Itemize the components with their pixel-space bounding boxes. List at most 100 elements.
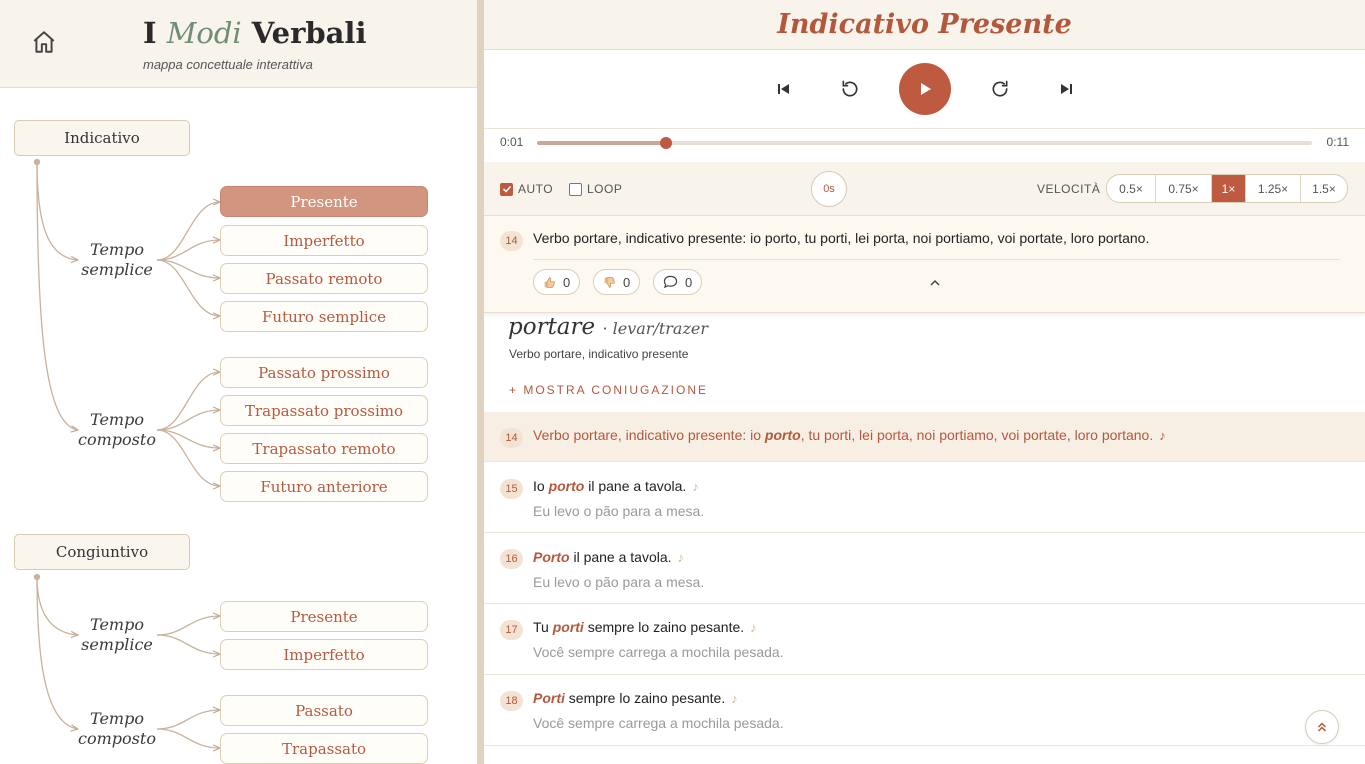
- speed-1-25[interactable]: 1.25×: [1246, 175, 1301, 202]
- branch-label-line: Tempo: [90, 709, 144, 728]
- branch-label-line: Tempo: [90, 615, 144, 634]
- mode-label: Congiuntivo: [55, 543, 149, 561]
- forward-icon: [992, 80, 1008, 97]
- concept-map-panel: I Modi Verbali mappa concettuale interat…: [0, 0, 477, 764]
- mode-congiuntivo[interactable]: Congiuntivo: [14, 534, 190, 570]
- page-title: Indicativo Presente: [777, 9, 1072, 40]
- verb-translation: · levar/trazer: [602, 319, 708, 338]
- like-button[interactable]: 0: [533, 269, 581, 295]
- audio-note-icon[interactable]: ♪: [750, 620, 757, 635]
- chevron-up-icon: [930, 279, 940, 286]
- sentence-translation: Eu levo o pão para a mesa.: [533, 574, 705, 590]
- progress-thumb[interactable]: [660, 137, 673, 149]
- loop-checkbox[interactable]: LOOP: [569, 182, 622, 196]
- sentence-number: 15: [500, 479, 523, 499]
- sentence-italian: Tu porti sempre lo zaino pesante. ♪: [533, 619, 757, 635]
- speed-0-75[interactable]: 0.75×: [1156, 175, 1212, 202]
- sentence-row-14[interactable]: 14 Verbo portare, indicativo presente: i…: [484, 412, 1365, 462]
- tense-indicativo-futuro-anteriore[interactable]: Futuro anteriore: [220, 471, 428, 502]
- play-icon: [920, 83, 931, 95]
- sentence-text: Tu: [533, 619, 553, 635]
- sentence-text: , tu porti, lei porta, noi portiamo, voi…: [800, 427, 1154, 443]
- panel-divider[interactable]: [477, 0, 484, 764]
- sentence-italian: Io porto il pane a tavola. ♪: [533, 478, 699, 494]
- branch-label-line: composto: [78, 729, 156, 748]
- auto-label: AUTO: [518, 182, 554, 196]
- sentence-number: 16: [500, 549, 523, 569]
- audio-note-icon[interactable]: ♪: [692, 479, 699, 494]
- sentence-row-17[interactable]: 17 Tu porti sempre lo zaino pesante. ♪ Vo…: [484, 604, 1365, 675]
- mode-indicativo[interactable]: Indicativo: [14, 120, 190, 156]
- current-sentence-card: 14 Verbo portare, indicativo presente: i…: [484, 216, 1365, 313]
- sentence-italian: Verbo portare, indicativo presente: io p…: [533, 427, 1166, 443]
- branch-label-line: composto: [78, 430, 156, 449]
- next-button[interactable]: [1054, 77, 1078, 101]
- progress-slider[interactable]: [537, 137, 1312, 149]
- current-sentence-text: Verbo portare, indicativo presente: io p…: [533, 230, 1150, 246]
- total-time: 0:11: [1326, 135, 1349, 149]
- verb-infinitive: portare: [508, 314, 596, 340]
- audio-note-icon[interactable]: ♪: [678, 550, 685, 565]
- collapse-button[interactable]: [927, 275, 943, 291]
- comment-button[interactable]: 0: [653, 269, 703, 295]
- branch-label-line: Tempo: [90, 240, 144, 259]
- sentence-row-16[interactable]: 16 Porto il pane a tavola. ♪ Eu levo o pã…: [484, 533, 1365, 604]
- sentence-text: Verbo portare, indicativo presente: io: [533, 427, 765, 443]
- sentence-row-18[interactable]: 18 Porti sempre lo zaino pesante. ♪ Você …: [484, 675, 1365, 746]
- tense-indicativo-futuro-semplice[interactable]: Futuro semplice: [220, 301, 428, 332]
- double-chevron-up-icon: [1317, 722, 1327, 732]
- tense-congiuntivo-imperfetto[interactable]: Imperfetto: [220, 639, 428, 670]
- tense-indicativo-passato-remoto[interactable]: Passato remoto: [220, 263, 428, 294]
- highlighted-verb: porto: [548, 478, 585, 494]
- mode-label: Indicativo: [64, 129, 140, 147]
- sentence-translation: Você sempre carrega a mochila pesada.: [533, 644, 784, 660]
- loop-label: LOOP: [587, 182, 623, 196]
- pause-timer-button[interactable]: 0s: [811, 171, 847, 207]
- current-time: 0:01: [500, 135, 524, 149]
- tense-indicativo-passato-prossimo[interactable]: Passato prossimo: [220, 357, 428, 388]
- speed-1-5[interactable]: 1.5×: [1301, 175, 1347, 202]
- sentence-row-15[interactable]: 15 Io porto il pane a tavola. ♪ Eu levo o…: [484, 462, 1365, 533]
- dislike-button[interactable]: 0: [593, 269, 641, 295]
- auto-checkbox[interactable]: AUTO: [500, 182, 553, 196]
- card-separator: [533, 259, 1340, 260]
- skip-next-icon: [1060, 84, 1072, 94]
- replay-icon: [841, 80, 857, 97]
- skip-previous-icon: [777, 84, 789, 94]
- sentence-number: 18: [500, 691, 523, 711]
- sentence-number: 14: [500, 231, 523, 251]
- tense-congiuntivo-presente[interactable]: Presente: [220, 601, 428, 632]
- tense-indicativo-imperfetto[interactable]: Imperfetto: [220, 225, 428, 256]
- show-conjugation-link[interactable]: + MOSTRA CONIUGAZIONE: [509, 383, 708, 397]
- player-panel: Indicativo Presente 0:01 0:11 AUTO LOOP …: [484, 0, 1365, 764]
- branch-label-line: semplice: [81, 635, 153, 654]
- speed-0-5[interactable]: 0.5×: [1107, 175, 1156, 202]
- audio-note-icon[interactable]: ♪: [731, 691, 738, 706]
- forward-button[interactable]: [988, 77, 1012, 101]
- tense-indicativo-trapassato-remoto[interactable]: Trapassato remoto: [220, 433, 428, 464]
- highlighted-verb: Porto: [533, 549, 570, 565]
- rewind-button[interactable]: [838, 77, 862, 101]
- tense-indicativo-presente[interactable]: Presente: [220, 186, 428, 217]
- highlighted-verb: porti: [552, 619, 584, 635]
- sentence-italian: Porto il pane a tavola. ♪: [533, 549, 684, 565]
- tense-congiuntivo-passato[interactable]: Passato: [220, 695, 428, 726]
- sentence-text: il pane a tavola.: [569, 549, 672, 565]
- auto-check-box[interactable]: [500, 182, 513, 196]
- audio-controls: [484, 50, 1365, 128]
- audio-note-icon[interactable]: ♪: [1159, 428, 1166, 443]
- speed-1[interactable]: 1×: [1212, 175, 1246, 202]
- sentence-translation: Você sempre carrega a mochila pesada.: [533, 715, 784, 731]
- sentence-italian: Porti sempre lo zaino pesante. ♪: [533, 690, 738, 706]
- verb-description: Verbo portare, indicativo presente: [509, 347, 689, 361]
- thumbs-down-icon: [604, 276, 615, 288]
- scroll-to-top-button[interactable]: [1305, 710, 1339, 744]
- tense-indicativo-trapassato-prossimo[interactable]: Trapassato prossimo: [220, 395, 428, 426]
- previous-button[interactable]: [772, 77, 796, 101]
- tense-congiuntivo-trapassato[interactable]: Trapassato: [220, 733, 428, 764]
- loop-check-box[interactable]: [569, 182, 582, 196]
- play-button[interactable]: [898, 63, 951, 115]
- thumbs-up-icon: [544, 276, 555, 288]
- speed-label: VELOCITÀ: [1037, 182, 1101, 196]
- comment-icon: [663, 275, 678, 289]
